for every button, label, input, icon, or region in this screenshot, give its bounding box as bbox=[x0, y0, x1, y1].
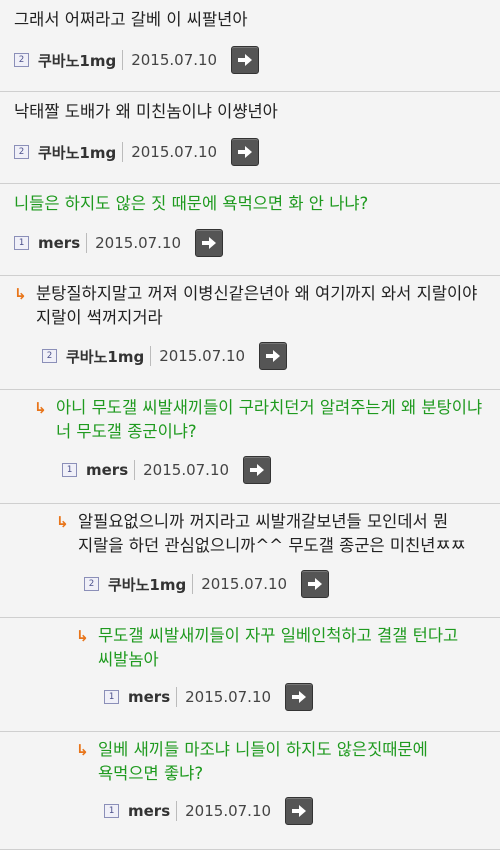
author-name[interactable]: mers bbox=[38, 234, 86, 252]
level-badge-icon: 1 bbox=[104, 804, 119, 818]
reply-go-button[interactable] bbox=[243, 456, 272, 484]
comment-meta: 2 쿠바노1mg 2015.07.10 bbox=[14, 137, 260, 167]
comment-meta: 2 쿠바노1mg 2015.07.10 bbox=[84, 569, 330, 599]
divider bbox=[176, 801, 178, 821]
reply-arrow-icon: ↳ bbox=[76, 741, 89, 759]
author-name[interactable]: mers bbox=[128, 688, 176, 706]
author-name[interactable]: mers bbox=[128, 802, 176, 820]
level-badge-icon: 1 bbox=[62, 463, 77, 477]
comment-date: 2015.07.10 bbox=[131, 143, 218, 161]
arrow-right-icon bbox=[292, 805, 307, 817]
comment-text: 니들은 하지도 않은 짓 때문에 욕먹으면 화 안 나냐? bbox=[14, 194, 369, 213]
comment-text: 일베 새끼들 마조냐 니들이 하지도 않은짓때문에 욕먹으면 좋냐? bbox=[98, 740, 428, 783]
comment-date: 2015.07.10 bbox=[131, 51, 218, 69]
arrow-right-icon bbox=[202, 237, 217, 249]
comment-date: 2015.07.10 bbox=[201, 575, 288, 593]
arrow-right-icon bbox=[292, 691, 307, 703]
author-name[interactable]: 쿠바노1mg bbox=[38, 50, 122, 71]
comment-text: 분탕질하지말고 꺼져 이병신같은년아 왜 여기까지 와서 지랄이야 지랄이 썩꺼… bbox=[36, 284, 478, 327]
divider bbox=[122, 142, 124, 162]
divider bbox=[134, 460, 136, 480]
comment-item: 그래서 어쩌라고 갈베 이 씨팔년아 2 쿠바노1mg 2015.07.10 bbox=[0, 0, 500, 92]
arrow-right-icon bbox=[308, 578, 323, 590]
divider bbox=[192, 574, 194, 594]
comment-item: ↳ 아니 무도갤 씨발새끼들이 구라치던거 알려주는게 왜 분탕이냐 너 무도갤 … bbox=[0, 390, 500, 504]
level-badge-icon: 2 bbox=[14, 145, 29, 159]
level-badge-icon: 1 bbox=[14, 236, 29, 250]
comment-item: ↳ 무도갤 씨발새끼들이 자꾸 일베인척하고 결갤 턴다고 씨발놈아 1 mers 20… bbox=[0, 618, 500, 732]
comment-item: ↳ 분탕질하지말고 꺼져 이병신같은년아 왜 여기까지 와서 지랄이야 지랄이 썩… bbox=[0, 276, 500, 390]
comment-text: 그래서 어쩌라고 갈베 이 씨팔년아 bbox=[14, 10, 248, 29]
comment-text: 무도갤 씨발새끼들이 자꾸 일베인척하고 결갤 턴다고 씨발놈아 bbox=[98, 626, 459, 669]
level-badge-icon: 2 bbox=[84, 577, 99, 591]
author-name[interactable]: 쿠바노1mg bbox=[38, 142, 122, 163]
comment-date: 2015.07.10 bbox=[159, 347, 246, 365]
comment-text: 아니 무도갤 씨발새끼들이 구라치던거 알려주는게 왜 분탕이냐 너 무도갤 종… bbox=[56, 398, 483, 441]
comment-meta: 1 mers 2015.07.10 bbox=[104, 796, 314, 826]
reply-arrow-icon: ↳ bbox=[76, 627, 89, 645]
author-name[interactable]: mers bbox=[86, 461, 134, 479]
comment-meta: 2 쿠바노1mg 2015.07.10 bbox=[14, 45, 260, 75]
comment-meta: 1 mers 2015.07.10 bbox=[104, 682, 314, 712]
divider bbox=[122, 50, 124, 70]
reply-go-button[interactable] bbox=[259, 342, 288, 370]
reply-arrow-icon: ↳ bbox=[34, 399, 47, 417]
level-badge-icon: 1 bbox=[104, 690, 119, 704]
author-name[interactable]: 쿠바노1mg bbox=[66, 346, 150, 367]
divider bbox=[86, 233, 88, 253]
comment-item: 니들은 하지도 않은 짓 때문에 욕먹으면 화 안 나냐? 1 mers 2015.0… bbox=[0, 184, 500, 276]
arrow-right-icon bbox=[250, 464, 265, 476]
comment-date: 2015.07.10 bbox=[185, 802, 272, 820]
comment-text: 낙태짤 도배가 왜 미친놈이냐 이썅년아 bbox=[14, 102, 278, 121]
comment-date: 2015.07.10 bbox=[143, 461, 230, 479]
divider bbox=[150, 346, 152, 366]
comment-meta: 1 mers 2015.07.10 bbox=[14, 228, 224, 258]
reply-go-button[interactable] bbox=[285, 683, 314, 711]
reply-go-button[interactable] bbox=[231, 46, 260, 74]
reply-arrow-icon: ↳ bbox=[14, 285, 27, 303]
comment-meta: 2 쿠바노1mg 2015.07.10 bbox=[42, 341, 288, 371]
reply-go-button[interactable] bbox=[301, 570, 330, 598]
comment-item: 낙태짤 도배가 왜 미친놈이냐 이썅년아 2 쿠바노1mg 2015.07.10 bbox=[0, 92, 500, 184]
level-badge-icon: 2 bbox=[14, 53, 29, 67]
author-name[interactable]: 쿠바노1mg bbox=[108, 574, 192, 595]
reply-go-button[interactable] bbox=[195, 229, 224, 257]
comment-text: 알필요없으니까 꺼지라고 씨발개갈보년들 모인데서 뭔 지랄을 하던 관심없으니… bbox=[78, 512, 466, 555]
level-badge-icon: 2 bbox=[42, 349, 57, 363]
reply-go-button[interactable] bbox=[285, 797, 314, 825]
comment-date: 2015.07.10 bbox=[95, 234, 182, 252]
comment-meta: 1 mers 2015.07.10 bbox=[62, 455, 272, 485]
comment-item: ↳ 알필요없으니까 꺼지라고 씨발개갈보년들 모인데서 뭔 지랄을 하던 관심없으… bbox=[0, 504, 500, 618]
arrow-right-icon bbox=[238, 146, 253, 158]
divider bbox=[176, 687, 178, 707]
reply-arrow-icon: ↳ bbox=[56, 513, 69, 531]
comment-item: ↳ 일베 새끼들 마조냐 니들이 하지도 않은짓때문에 욕먹으면 좋냐? 1 mers… bbox=[0, 732, 500, 850]
reply-go-button[interactable] bbox=[231, 138, 260, 166]
arrow-right-icon bbox=[238, 54, 253, 66]
comment-date: 2015.07.10 bbox=[185, 688, 272, 706]
arrow-right-icon bbox=[266, 350, 281, 362]
